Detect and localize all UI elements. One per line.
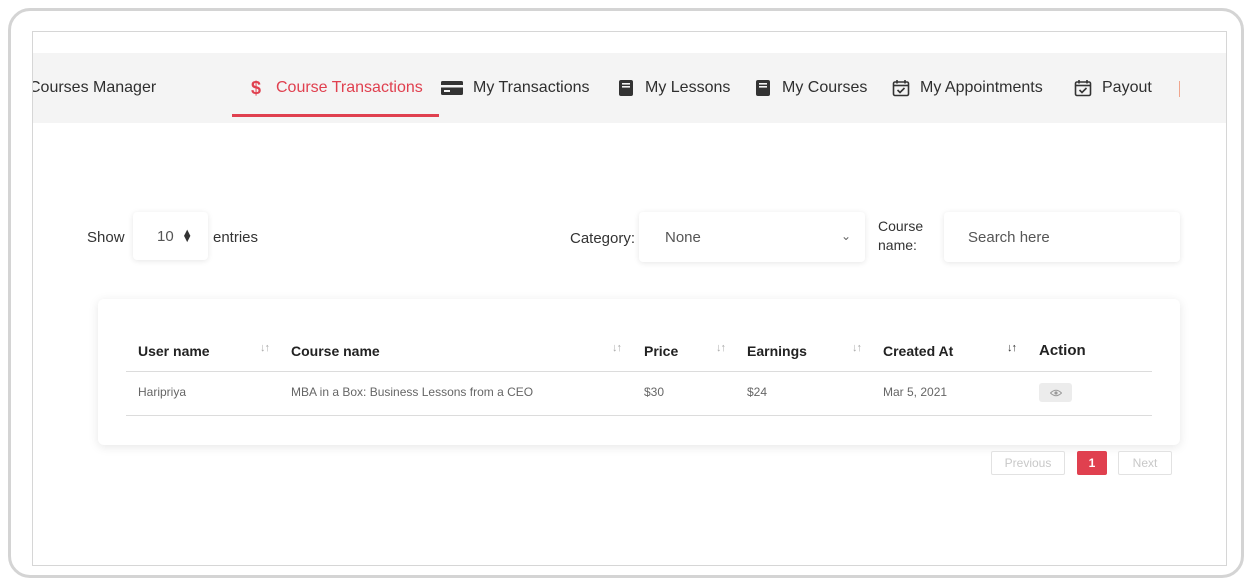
calendar-check-icon <box>890 78 912 98</box>
tab-label: Courses Manager <box>32 79 157 96</box>
column-header-course-name[interactable]: Course name <box>291 343 380 359</box>
tab-payout[interactable]: Payout <box>1072 53 1152 123</box>
dollar-icon: $ <box>246 78 268 98</box>
column-header-user-name[interactable]: User name <box>138 343 210 359</box>
tab-my-appointments[interactable]: My Appointments <box>890 53 1043 123</box>
eye-icon <box>1049 384 1062 402</box>
entries-value: 10 <box>157 227 174 245</box>
page-content: Courses Manager $ Course Transactions My… <box>32 31 1227 566</box>
sort-icon[interactable]: ↓↑ <box>852 342 862 354</box>
page-1-button[interactable]: 1 <box>1077 451 1107 475</box>
cell-course-name: MBA in a Box: Business Lessons from a CE… <box>291 385 534 399</box>
transactions-table-card: User name ↓↑ Course name ↓↑ Price ↓↑ Ear… <box>98 299 1180 445</box>
next-button[interactable]: Next <box>1118 451 1172 475</box>
tab-label: My Appointments <box>920 79 1043 96</box>
course-name-label: Course name: <box>878 218 924 253</box>
sort-icon[interactable]: ↓↑ <box>716 342 726 354</box>
entries-length-select[interactable]: 10 ▲ ▼ <box>133 212 208 260</box>
book-icon <box>752 78 774 98</box>
tab-label: Payout <box>1102 79 1152 96</box>
previous-button[interactable]: Previous <box>991 451 1065 475</box>
cell-user-name: Haripriya <box>138 385 187 399</box>
column-header-price[interactable]: Price <box>644 343 678 359</box>
tab-my-courses[interactable]: My Courses <box>752 53 867 123</box>
column-header-created-at[interactable]: Created At <box>883 343 953 359</box>
tab-courses-manager[interactable]: Courses Manager <box>32 53 157 123</box>
calendar-check-icon <box>1072 78 1094 98</box>
updown-arrows-icon: ▲ ▼ <box>181 227 193 245</box>
cell-created-at: Mar 5, 2021 <box>883 385 948 399</box>
tab-my-lessons[interactable]: My Lessons <box>615 53 730 123</box>
tab-label: My Transactions <box>473 79 590 96</box>
column-header-action: Action <box>1039 342 1086 359</box>
header-divider <box>126 371 1152 372</box>
tab-label: My Courses <box>782 79 868 96</box>
cell-price: $30 <box>644 385 665 399</box>
tab-course-transactions[interactable]: $ Course Transactions <box>232 53 439 123</box>
active-tab-underline <box>232 114 439 117</box>
view-button[interactable] <box>1039 383 1072 402</box>
book-icon <box>615 78 637 98</box>
tab-my-transactions[interactable]: My Transactions <box>439 53 589 123</box>
credit-card-icon <box>439 78 465 98</box>
browser-frame: Courses Manager $ Course Transactions My… <box>8 8 1244 578</box>
tab-label: My Lessons <box>645 79 731 96</box>
chevron-down-icon: ⌄ <box>840 229 851 243</box>
tab-bar: Courses Manager $ Course Transactions My… <box>33 53 1226 123</box>
tab-label: Course Transactions <box>276 79 423 96</box>
category-label: Category: <box>570 230 636 247</box>
sort-desc-icon[interactable]: ↓↑ <box>1007 342 1017 354</box>
course-search-input[interactable] <box>944 212 1180 262</box>
tab-divider <box>1179 81 1180 97</box>
column-header-earnings[interactable]: Earnings <box>747 343 807 359</box>
svg-text:$: $ <box>251 78 261 98</box>
category-value: None <box>665 228 701 246</box>
sort-icon[interactable]: ↓↑ <box>612 342 622 354</box>
cell-earnings: $24 <box>747 385 768 399</box>
row-divider <box>126 415 1152 416</box>
category-select[interactable]: None ⌄ <box>639 212 865 262</box>
show-label: Show <box>87 229 125 246</box>
entries-label: entries <box>213 229 259 246</box>
sort-icon[interactable]: ↓↑ <box>260 342 270 354</box>
